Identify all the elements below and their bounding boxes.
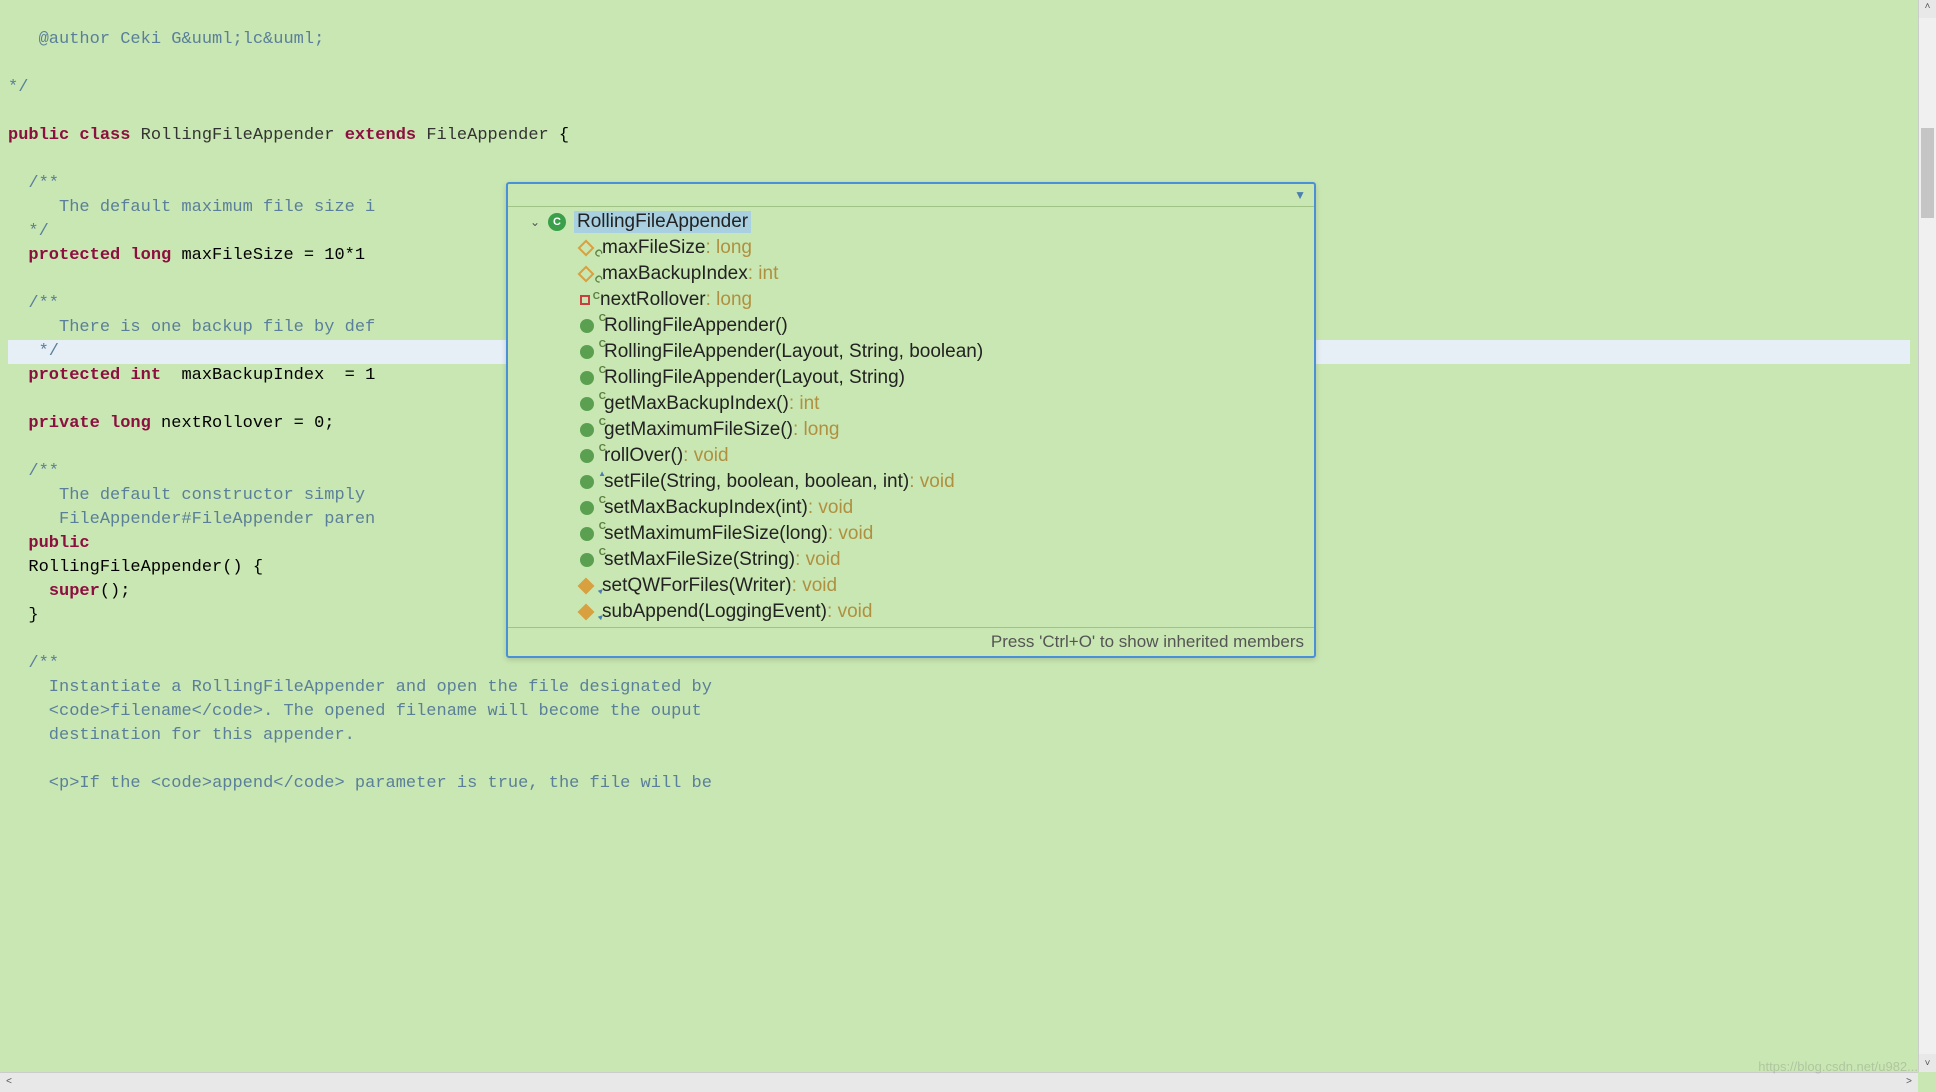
outline-member-row[interactable]: setMaxBackupIndex(int) : void: [508, 495, 1314, 521]
javadoc-author: @author Ceki G&uuml;lc&uuml;: [8, 30, 324, 49]
dropdown-icon[interactable]: ▼: [1294, 188, 1306, 202]
public-method-icon: [580, 501, 594, 515]
outline-member-type: : long: [705, 237, 751, 259]
public-method-icon: [580, 475, 594, 489]
outline-member-row[interactable]: nextRollover : long: [508, 287, 1314, 313]
outline-member-type: : void: [808, 497, 853, 519]
outline-member-type: : int: [789, 393, 820, 415]
outline-class-name: RollingFileAppender: [574, 211, 751, 233]
protected-method-icon: [578, 604, 595, 621]
outline-member-row[interactable]: setQWForFiles(Writer) : void: [508, 573, 1314, 599]
horizontal-scrollbar[interactable]: < >: [0, 1072, 1918, 1092]
outline-member-row[interactable]: subAppend(LoggingEvent) : void: [508, 599, 1314, 625]
public-method-icon: [580, 553, 594, 567]
outline-member-type: : long: [793, 419, 839, 441]
scroll-up-arrow[interactable]: ˄: [1919, 0, 1936, 15]
outline-member-type: : long: [706, 289, 752, 311]
public-method-icon: [580, 371, 594, 385]
private-field-icon: [580, 295, 590, 305]
outline-hint: Press 'Ctrl+O' to show inherited members: [508, 627, 1314, 656]
watermark: https://blog.csdn.net/u982...: [1758, 1059, 1918, 1074]
outline-member-type: : void: [792, 575, 837, 597]
outline-member-type: : int: [748, 263, 779, 285]
outline-member-type: : void: [795, 549, 840, 571]
public-method-icon: [580, 527, 594, 541]
class-icon: [548, 213, 566, 231]
outline-member-name: nextRollover: [600, 289, 706, 311]
public-method-icon: [580, 319, 594, 333]
scroll-left-arrow[interactable]: <: [6, 1077, 12, 1088]
outline-class-row[interactable]: ⌄ RollingFileAppender: [508, 209, 1314, 235]
outline-member-row[interactable]: setMaximumFileSize(long) : void: [508, 521, 1314, 547]
outline-member-name: maxBackupIndex: [602, 263, 748, 285]
comment-end: */: [8, 78, 28, 97]
public-method-icon: [580, 345, 594, 359]
outline-member-row[interactable]: maxBackupIndex : int: [508, 261, 1314, 287]
scroll-down-arrow[interactable]: ˅: [1919, 1057, 1936, 1072]
outline-tree[interactable]: ⌄ RollingFileAppender maxFileSize : long…: [508, 207, 1314, 627]
public-method-icon: [580, 397, 594, 411]
outline-member-name: setMaxBackupIndex(int): [604, 497, 808, 519]
vertical-scrollbar[interactable]: ˄ ˅: [1918, 0, 1936, 1072]
scroll-right-arrow[interactable]: >: [1906, 1077, 1912, 1088]
outline-member-row[interactable]: maxFileSize : long: [508, 235, 1314, 261]
outline-member-row[interactable]: RollingFileAppender(Layout, String, bool…: [508, 339, 1314, 365]
outline-member-name: getMaximumFileSize(): [604, 419, 793, 441]
public-method-icon: [580, 449, 594, 463]
outline-member-name: setFile(String, boolean, boolean, int): [604, 471, 909, 493]
protected-field-icon: [578, 266, 595, 283]
outline-member-name: setMaximumFileSize(long): [604, 523, 828, 545]
scrollbar-thumb[interactable]: [1921, 128, 1934, 218]
outline-member-type: : void: [909, 471, 954, 493]
outline-member-type: : void: [828, 523, 873, 545]
outline-member-name: RollingFileAppender(Layout, String, bool…: [604, 341, 983, 363]
outline-member-name: setMaxFileSize(String): [604, 549, 795, 571]
outline-member-name: subAppend(LoggingEvent): [602, 601, 827, 623]
outline-filter-input[interactable]: ▼: [508, 184, 1314, 207]
outline-member-row[interactable]: getMaximumFileSize() : long: [508, 417, 1314, 443]
outline-member-name: rollOver(): [604, 445, 683, 467]
scrollbar-track[interactable]: [1919, 18, 1936, 1054]
outline-member-row[interactable]: RollingFileAppender(Layout, String): [508, 365, 1314, 391]
outline-member-row[interactable]: getMaxBackupIndex() : int: [508, 391, 1314, 417]
outline-member-row[interactable]: setMaxFileSize(String) : void: [508, 547, 1314, 573]
quick-outline-popup: ▼ ⌄ RollingFileAppender maxFileSize : lo…: [506, 182, 1316, 658]
expand-icon[interactable]: ⌄: [526, 213, 544, 231]
public-method-icon: [580, 423, 594, 437]
outline-member-name: RollingFileAppender(Layout, String): [604, 367, 905, 389]
outline-member-row[interactable]: rollOver() : void: [508, 443, 1314, 469]
protected-method-icon: [578, 578, 595, 595]
outline-member-row[interactable]: setFile(String, boolean, boolean, int) :…: [508, 469, 1314, 495]
outline-member-name: getMaxBackupIndex(): [604, 393, 789, 415]
protected-field-icon: [578, 240, 595, 257]
outline-member-type: : void: [827, 601, 872, 623]
outline-member-name: maxFileSize: [602, 237, 705, 259]
outline-member-name: setQWForFiles(Writer): [602, 575, 792, 597]
outline-member-row[interactable]: RollingFileAppender(): [508, 313, 1314, 339]
outline-member-type: : void: [683, 445, 728, 467]
outline-member-name: RollingFileAppender(): [604, 315, 788, 337]
